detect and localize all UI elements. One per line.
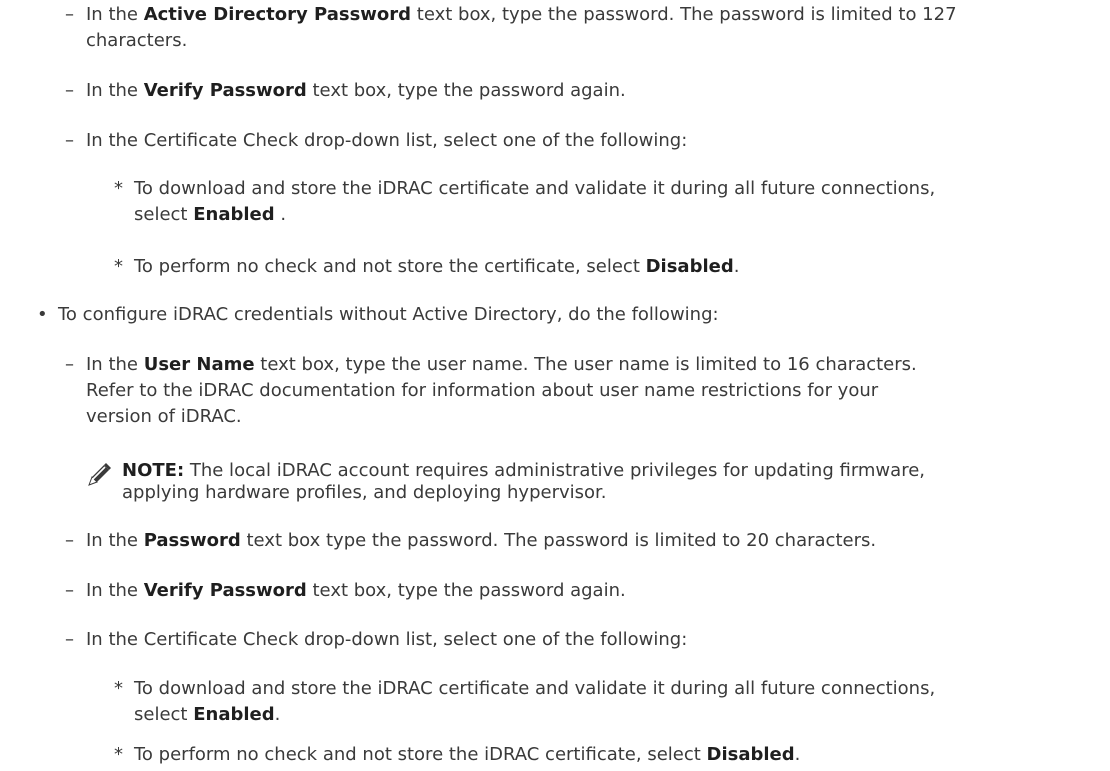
bullet-text: To configure iDRAC credentials without A… — [58, 304, 719, 325]
ui-term: Verify Password — [143, 80, 307, 101]
asterisk-marker: * — [114, 678, 123, 699]
ui-term: User Name — [143, 354, 255, 375]
list-item-text: In the Password text box type the passwo… — [86, 530, 877, 551]
ui-term: Active Directory Password — [143, 4, 412, 25]
pencil-note-icon — [86, 462, 112, 488]
sub-item-text: To download and store the iDRAC certific… — [134, 678, 936, 725]
asterisk-marker: * — [114, 178, 123, 199]
dash-marker: – — [65, 530, 74, 551]
dash-marker: – — [65, 130, 74, 151]
list-item-text: In the User Name text box, type the user… — [86, 354, 917, 427]
sub-item-text: To perform no check and not store the ce… — [134, 256, 740, 277]
dash-marker: – — [65, 629, 74, 650]
ui-term: Enabled — [193, 704, 275, 725]
sub-item-text: To download and store the iDRAC certific… — [134, 178, 936, 225]
dash-marker: – — [65, 354, 74, 375]
dash-marker: – — [65, 80, 74, 101]
sub-item-text: To perform no check and not store the iD… — [134, 744, 801, 765]
list-item-text: In the Verify Password text box, type th… — [86, 80, 626, 101]
dash-marker: – — [65, 580, 74, 601]
asterisk-marker: * — [114, 256, 123, 277]
ui-term: Enabled — [193, 204, 275, 225]
note-label: NOTE: — [122, 460, 185, 481]
list-item-text: In the Certificate Check drop-down list,… — [86, 629, 688, 650]
document-page: – In the Active Directory Password text … — [0, 0, 1110, 771]
list-item-text: In the Active Directory Password text bo… — [86, 4, 957, 51]
list-item-text: In the Verify Password text box, type th… — [86, 580, 626, 601]
ui-term: Disabled — [706, 744, 795, 765]
ui-term: Password — [143, 530, 241, 551]
ui-term: Disabled — [645, 256, 734, 277]
ui-term: Verify Password — [143, 580, 307, 601]
dash-marker: – — [65, 4, 74, 25]
note-text: NOTE: The local iDRAC account requires a… — [122, 460, 925, 503]
list-item-text: In the Certificate Check drop-down list,… — [86, 130, 688, 151]
asterisk-marker: * — [114, 744, 123, 765]
bullet-marker: • — [37, 304, 48, 325]
